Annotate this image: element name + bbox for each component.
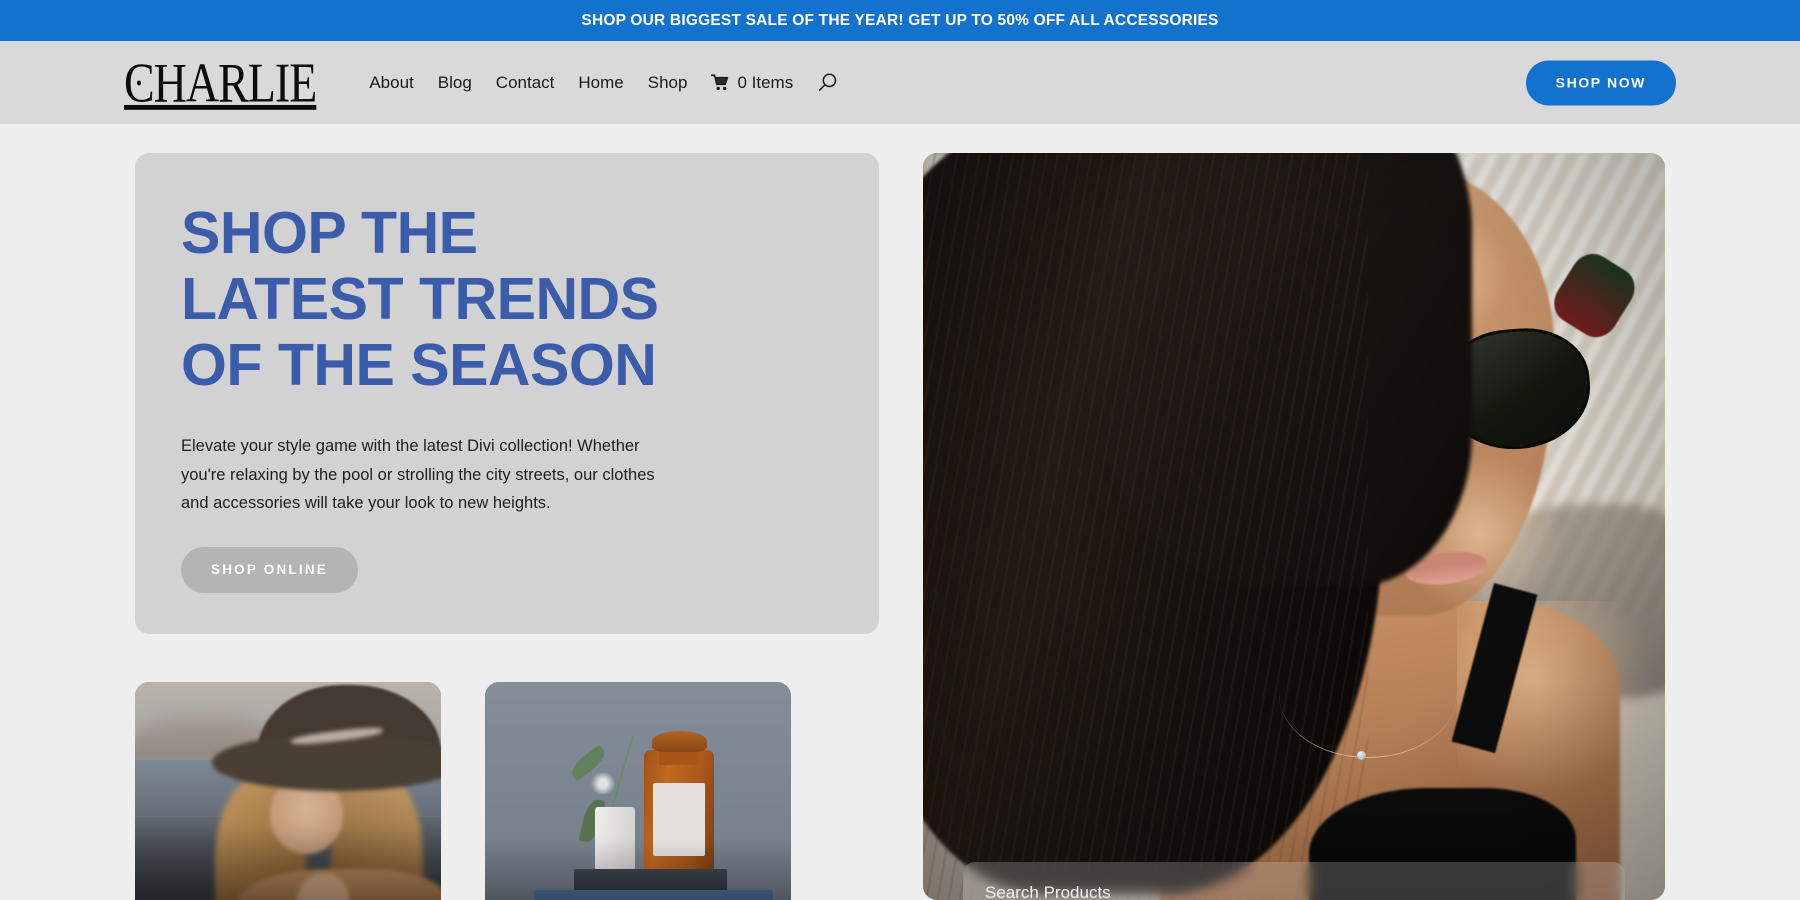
announcement-text: SHOP OUR BIGGEST SALE OF THE YEAR! GET U…: [581, 11, 1219, 29]
logo-dot-icon: [137, 80, 141, 85]
hero-title-line-2: LATEST TRENDS: [181, 265, 659, 332]
shopping-cart-icon: [711, 74, 730, 91]
clothing-category-image: [135, 682, 441, 900]
nav-item-about[interactable]: About: [357, 74, 425, 91]
cart-item-count: 0 Items: [737, 72, 794, 92]
left-column: SHOP THE LATEST TRENDS OF THE SEASON Ele…: [135, 153, 879, 900]
hero-title-line-1: SHOP THE: [181, 200, 478, 266]
logo-c-mark: CHARLIE: [124, 50, 317, 113]
main-navigation: About Blog Contact Home Shop 0 Items: [357, 41, 850, 124]
site-logo[interactable]: CHARLIE: [124, 47, 317, 118]
hero-title: SHOP THE LATEST TRENDS OF THE SEASON: [181, 200, 833, 398]
search-icon: [817, 72, 838, 93]
home-category-image: [485, 682, 791, 900]
nav-item-blog[interactable]: Blog: [426, 74, 484, 91]
content-container: SHOP THE LATEST TRENDS OF THE SEASON Ele…: [135, 124, 1665, 900]
category-card-clothing[interactable]: SHOP CLOTHING: [135, 682, 441, 900]
hero-photo: [923, 153, 1665, 900]
search-toggle-button[interactable]: [805, 72, 850, 93]
hero-title-line-3: OF THE SEASON: [181, 331, 657, 398]
cart-link[interactable]: 0 Items: [699, 73, 805, 93]
category-card-home[interactable]: SHOP FOR HOME: [485, 682, 791, 900]
nav-item-home[interactable]: Home: [566, 74, 635, 91]
search-products-input[interactable]: [985, 883, 1603, 900]
hero-text-card: SHOP THE LATEST TRENDS OF THE SEASON Ele…: [135, 153, 879, 634]
nav-item-shop[interactable]: Shop: [636, 74, 700, 91]
category-card-row: SHOP CLOTHING: [135, 682, 879, 900]
announcement-bar: SHOP OUR BIGGEST SALE OF THE YEAR! GET U…: [0, 0, 1800, 41]
shop-now-button[interactable]: SHOP NOW: [1525, 60, 1676, 105]
page-content: SHOP THE LATEST TRENDS OF THE SEASON Ele…: [0, 124, 1800, 900]
logo-text: CHARLIE: [124, 50, 317, 113]
right-column: [923, 153, 1665, 900]
hero-paragraph: Elevate your style game with the latest …: [181, 437, 655, 513]
site-header: CHARLIE About Blog Contact Home Shop 0 I…: [0, 41, 1800, 124]
shop-online-button[interactable]: SHOP ONLINE: [181, 547, 358, 594]
nav-item-contact[interactable]: Contact: [484, 74, 567, 91]
product-search-bar[interactable]: [963, 862, 1625, 900]
